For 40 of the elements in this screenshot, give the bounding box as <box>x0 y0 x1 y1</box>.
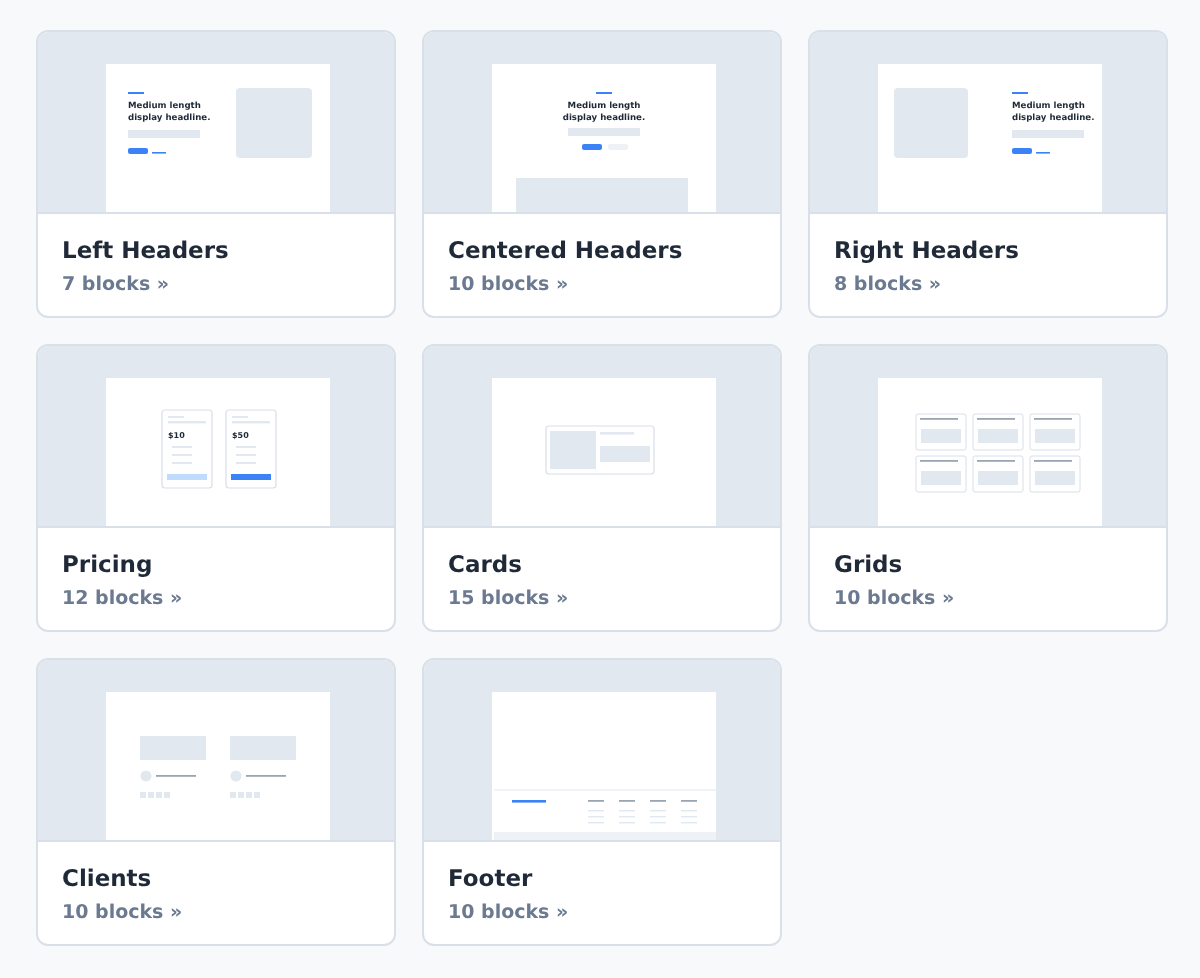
price-card <box>225 409 277 489</box>
card-title: Grids <box>834 550 905 578</box>
card-title: Cards <box>448 550 524 578</box>
accent-line <box>1012 92 1028 94</box>
image-placeholder <box>236 88 312 158</box>
blocks-link[interactable]: 7 blocks » <box>62 274 170 296</box>
grid-tile <box>1029 413 1081 451</box>
client-mockup <box>140 736 206 798</box>
grid-tile <box>1029 455 1081 493</box>
block-card[interactable]: Clients 10 blocks » <box>36 658 396 946</box>
blocks-link[interactable]: 10 blocks » <box>62 902 183 924</box>
card-title: Right Headers <box>834 236 1021 264</box>
card-title: Left Headers <box>62 236 231 264</box>
blocks-link[interactable]: 8 blocks » <box>834 274 942 296</box>
grid-tile <box>972 455 1024 493</box>
card-title: Centered Headers <box>448 236 685 264</box>
grid-tile <box>915 413 967 451</box>
accent-line <box>128 92 144 94</box>
blocks-link[interactable]: 12 blocks » <box>62 588 183 610</box>
blocks-link[interactable]: 15 blocks » <box>448 588 569 610</box>
card-mockup <box>545 425 655 475</box>
blocks-link[interactable]: 10 blocks » <box>448 274 569 296</box>
image-placeholder <box>894 88 968 158</box>
blocks-link[interactable]: 10 blocks » <box>834 588 955 610</box>
client-mockup <box>230 736 296 798</box>
block-card[interactable]: Cards 15 blocks » <box>422 344 782 632</box>
button-shape <box>1012 148 1032 154</box>
link-line <box>1036 152 1050 154</box>
card-title: Footer <box>448 864 535 892</box>
block-card[interactable]: Footer 10 blocks » <box>422 658 782 946</box>
price-card <box>161 409 213 489</box>
button-shape <box>128 148 148 154</box>
card-title: Pricing <box>62 550 155 578</box>
blocks-link[interactable]: 10 blocks » <box>448 902 569 924</box>
card-title: Clients <box>62 864 154 892</box>
grid-tile <box>972 413 1024 451</box>
block-card[interactable]: Grids 10 blocks » <box>808 344 1168 632</box>
link-line <box>152 152 166 154</box>
grid-tile <box>915 455 967 493</box>
accent-line <box>596 92 612 94</box>
